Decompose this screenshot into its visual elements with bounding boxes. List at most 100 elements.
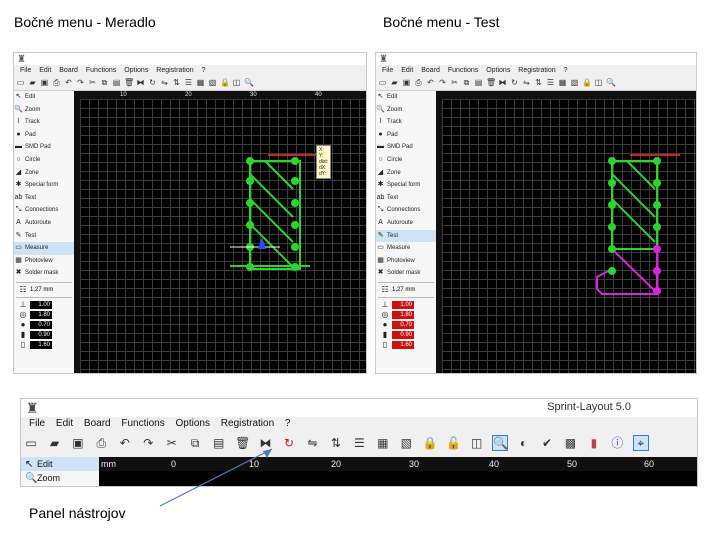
- save-icon[interactable]: ▣: [40, 78, 49, 87]
- open-icon[interactable]: ▰: [28, 78, 37, 87]
- menu-registration[interactable]: Registration: [518, 65, 555, 76]
- dimension-field[interactable]: ▯ 1.60: [16, 340, 74, 350]
- dimension-field[interactable]: ▯ 1.60: [378, 340, 436, 350]
- new-icon[interactable]: ▭: [378, 78, 387, 87]
- duplicate-icon[interactable]: ⧓: [136, 78, 145, 87]
- pcb-canvas[interactable]: X: Y: dist: dX: dY:: [80, 99, 366, 373]
- print-icon[interactable]: ⎙: [94, 436, 108, 450]
- side-item-zone[interactable]: ◢ Zone: [376, 167, 436, 180]
- save-icon[interactable]: ▣: [402, 78, 411, 87]
- unlock-icon[interactable]: 🔓: [446, 436, 461, 450]
- menu-help[interactable]: ?: [564, 65, 568, 76]
- menu-file[interactable]: File: [29, 417, 45, 431]
- macro-icon[interactable]: ▩: [563, 436, 577, 450]
- zoom-icon[interactable]: 🔍: [606, 78, 616, 87]
- dimension-value[interactable]: 1.00: [392, 300, 414, 309]
- cut-icon[interactable]: ✂: [450, 78, 459, 87]
- print-icon[interactable]: ⎙: [52, 78, 61, 87]
- side-item-track[interactable]: ⌇ Track: [14, 116, 74, 129]
- menu-board[interactable]: Board: [421, 65, 440, 76]
- copy-icon[interactable]: ⧉: [100, 78, 109, 87]
- drc-icon[interactable]: ✔: [540, 436, 554, 450]
- group-icon[interactable]: ▦: [196, 78, 205, 87]
- menu-functions[interactable]: Functions: [86, 65, 116, 76]
- menu-edit[interactable]: Edit: [39, 65, 51, 76]
- side-item-text[interactable]: ab Text: [14, 192, 74, 205]
- delete-icon[interactable]: 🗑: [486, 78, 496, 87]
- menu-functions[interactable]: Functions: [448, 65, 478, 76]
- menu-edit[interactable]: Edit: [401, 65, 413, 76]
- zoom-icon[interactable]: 🔍: [492, 435, 509, 451]
- side-item-connections[interactable]: ⤡ Connections: [376, 204, 436, 217]
- copy-icon[interactable]: ⧉: [462, 78, 471, 87]
- grid-setting[interactable]: ☷ 1,27 mm: [16, 285, 74, 295]
- dimension-field[interactable]: ◎ 1.80: [378, 310, 436, 320]
- side-item-edit[interactable]: ↖ Edit: [14, 91, 74, 104]
- delete-icon[interactable]: 🗑: [124, 78, 134, 87]
- dimension-field[interactable]: ▮ 0.90: [16, 330, 74, 340]
- dimension-value[interactable]: 0.90: [30, 330, 52, 339]
- mirror-horizontal-icon[interactable]: ⇋: [522, 78, 531, 87]
- menu-registration[interactable]: Registration: [221, 417, 274, 431]
- lock-icon[interactable]: 🔒: [423, 436, 438, 450]
- print-icon[interactable]: ⎙: [414, 78, 423, 87]
- redo-icon[interactable]: ↷: [141, 436, 155, 450]
- dimension-field[interactable]: ▮ 0.90: [378, 330, 436, 340]
- info-icon[interactable]: ⓘ: [610, 436, 624, 450]
- ungroup-icon[interactable]: ▧: [208, 78, 217, 87]
- measure-cross-icon[interactable]: ⌖: [632, 435, 649, 451]
- paste-icon[interactable]: ▤: [112, 78, 121, 87]
- duplicate-icon[interactable]: ⧓: [259, 436, 273, 450]
- side-item-smd-pad[interactable]: ▬ SMD Pad: [376, 141, 436, 154]
- menu-board[interactable]: Board: [59, 65, 78, 76]
- layer-toggle-icon[interactable]: ◐: [517, 436, 531, 450]
- dimension-field[interactable]: ● 0.70: [378, 320, 436, 330]
- side-item-zoom[interactable]: 🔍Zoom: [376, 104, 436, 117]
- side-item-special-form[interactable]: ✱ Special form: [14, 179, 74, 192]
- align-icon[interactable]: ☰: [184, 78, 193, 87]
- dimension-value[interactable]: 1.60: [30, 340, 52, 349]
- dimension-value[interactable]: 1.60: [392, 340, 414, 349]
- side-item-circle[interactable]: ○ Circle: [376, 154, 436, 167]
- side-item-solder-mask[interactable]: ✖ Solder mask: [376, 267, 436, 280]
- side-item-measure[interactable]: ▭ Measure: [376, 242, 436, 255]
- new-icon[interactable]: ▭: [16, 78, 25, 87]
- open-icon[interactable]: ▰: [47, 436, 61, 450]
- side-item-autoroute[interactable]: A Autoroute: [376, 217, 436, 230]
- delete-icon[interactable]: 🗑: [235, 436, 250, 450]
- duplicate-icon[interactable]: ⧓: [498, 78, 507, 87]
- group-icon[interactable]: ▦: [376, 436, 390, 450]
- properties-icon[interactable]: ▮: [587, 436, 601, 450]
- dimension-field[interactable]: ⊥ 1.00: [16, 300, 74, 310]
- new-icon[interactable]: ▭: [24, 436, 38, 450]
- cut-icon[interactable]: ✂: [88, 78, 97, 87]
- undo-icon[interactable]: ↶: [426, 78, 435, 87]
- dimension-value[interactable]: 0.90: [392, 330, 414, 339]
- side-item-pad[interactable]: ● Pad: [376, 129, 436, 142]
- side-item-test[interactable]: ✎ Test: [14, 230, 74, 243]
- dimension-field[interactable]: ⊥ 1.00: [378, 300, 436, 310]
- side-item-track[interactable]: ⌇ Track: [376, 116, 436, 129]
- side-item-edit[interactable]: ↖ Edit: [21, 457, 99, 471]
- menu-file[interactable]: File: [382, 65, 393, 76]
- side-item-measure[interactable]: ▭ Measure: [14, 242, 74, 255]
- side-item-edit[interactable]: ↖ Edit: [376, 91, 436, 104]
- component-icon[interactable]: ◫: [594, 78, 603, 87]
- paste-icon[interactable]: ▤: [474, 78, 483, 87]
- zoom-icon[interactable]: 🔍: [244, 78, 254, 87]
- menu-help[interactable]: ?: [285, 417, 291, 431]
- component-icon[interactable]: ◫: [470, 436, 484, 450]
- side-item-zone[interactable]: ◢ Zone: [14, 167, 74, 180]
- ungroup-icon[interactable]: ▧: [570, 78, 579, 87]
- save-icon[interactable]: ▣: [71, 436, 85, 450]
- dimension-value[interactable]: 1.00: [30, 300, 52, 309]
- align-icon[interactable]: ☰: [546, 78, 555, 87]
- side-item-connections[interactable]: ⤡ Connections: [14, 204, 74, 217]
- rotate-icon[interactable]: ↻: [282, 436, 296, 450]
- side-item-test[interactable]: ✎ Test: [376, 229, 436, 243]
- dimension-field[interactable]: ◎ 1.80: [16, 310, 74, 320]
- mirror-vertical-icon[interactable]: ⇅: [534, 78, 543, 87]
- mirror-horizontal-icon[interactable]: ⇋: [305, 436, 319, 450]
- menu-options[interactable]: Options: [486, 65, 510, 76]
- component-icon[interactable]: ◫: [232, 78, 241, 87]
